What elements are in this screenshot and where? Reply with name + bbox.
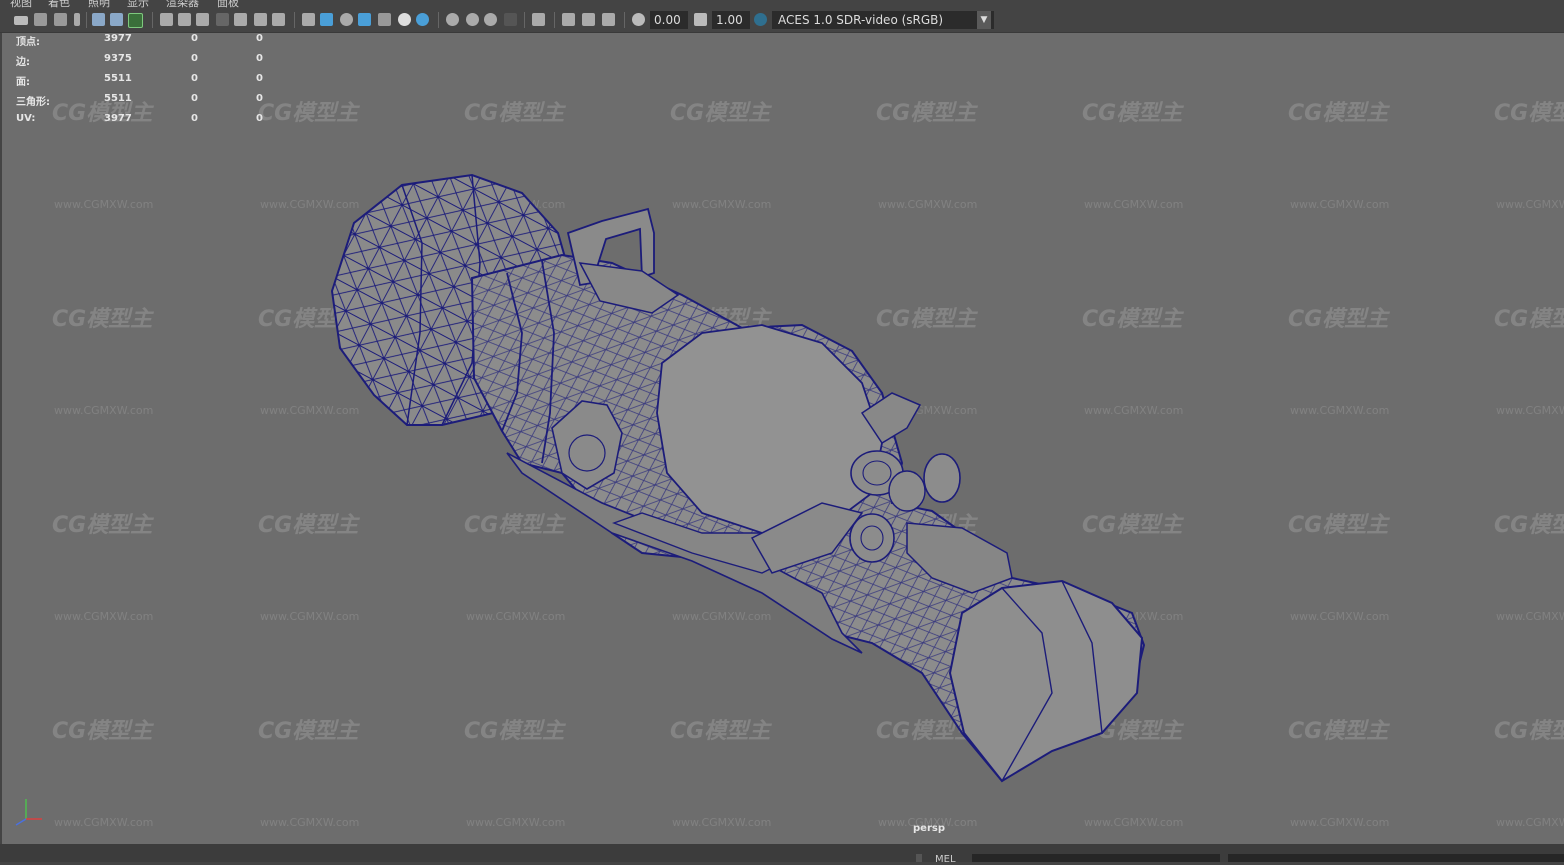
camera-icon[interactable] — [14, 16, 28, 25]
hud-component: 0 — [256, 113, 263, 124]
hud-label: 三角形: — [16, 97, 50, 108]
depth-of-field-icon[interactable] — [504, 13, 517, 26]
hud-selected: 0 — [191, 93, 198, 104]
shadows-icon[interactable] — [416, 13, 429, 26]
film-gate-icon[interactable] — [178, 13, 191, 26]
motion-blur-icon[interactable] — [466, 13, 479, 26]
menu-view[interactable]: 视图 — [10, 0, 32, 8]
isolate-select-icon[interactable] — [532, 13, 545, 26]
command-line-bar: MEL — [0, 844, 1564, 865]
smooth-shade-icon[interactable] — [320, 13, 333, 26]
hud-count: 9375 — [104, 53, 132, 64]
panel-toolbar: 0.00 1.00 ACES 1.0 SDR-video (sRGB) ▼ — [0, 8, 1564, 33]
axis-gizmo — [15, 799, 42, 826]
wireframe-toggle-icon[interactable] — [128, 13, 143, 28]
command-result-field — [1228, 854, 1564, 862]
gamma-field[interactable]: 1.00 — [712, 11, 750, 29]
exposure-icon[interactable] — [632, 13, 645, 26]
gate-mask-icon[interactable] — [216, 13, 229, 26]
hud-component: 0 — [256, 33, 263, 44]
hud-selected: 0 — [191, 33, 198, 44]
camera-name-label: persp — [913, 823, 945, 834]
color-management-icon[interactable] — [754, 13, 767, 26]
uv-icon[interactable] — [110, 13, 123, 26]
hud-count: 3977 — [104, 33, 132, 44]
command-input[interactable] — [972, 854, 1220, 862]
menu-panels[interactable]: 面板 — [217, 0, 239, 8]
safe-action-icon[interactable] — [254, 13, 267, 26]
hud-component: 0 — [256, 73, 263, 84]
hud-component: 0 — [256, 93, 263, 104]
grid-icon[interactable] — [160, 13, 173, 26]
hud-component: 0 — [256, 53, 263, 64]
viewport-persp[interactable]: CG模型主CG模型主CG模型主CG模型主CG模型主CG模型主CG模型主CG模型主… — [2, 33, 1564, 844]
hud-count: 5511 — [104, 93, 132, 104]
xray-joints-icon[interactable] — [602, 13, 615, 26]
hud-label: UV: — [16, 113, 36, 124]
hud-count: 3977 — [104, 113, 132, 124]
chevron-down-icon: ▼ — [977, 11, 991, 29]
menu-renderer[interactable]: 渲染器 — [166, 0, 199, 8]
hud-count: 5511 — [104, 73, 132, 84]
bookmark-icon[interactable] — [74, 13, 80, 26]
view-transform-value: ACES 1.0 SDR-video (sRGB) — [778, 13, 944, 27]
xray-icon[interactable] — [562, 13, 575, 26]
screen-space-ao-icon[interactable] — [446, 13, 459, 26]
lights-icon[interactable] — [398, 13, 411, 26]
anti-aliasing-icon[interactable] — [484, 13, 497, 26]
menu-show[interactable]: 显示 — [127, 0, 149, 8]
menu-lighting[interactable]: 照明 — [88, 0, 110, 8]
hud-selected: 0 — [191, 73, 198, 84]
gamma-icon[interactable] — [694, 13, 707, 26]
textured-icon[interactable] — [378, 13, 391, 26]
view-transform-select[interactable]: ACES 1.0 SDR-video (sRGB) ▼ — [772, 11, 994, 29]
hud-label: 边: — [16, 57, 30, 68]
menu-bar: 视图 着色 照明 显示 渲染器 面板 — [0, 0, 1564, 8]
field-chart-icon[interactable] — [234, 13, 247, 26]
hud-selected: 0 — [191, 113, 198, 124]
wireframe-on-shaded-icon[interactable] — [358, 13, 371, 26]
xray-active-icon[interactable] — [582, 13, 595, 26]
camera-attributes-icon[interactable] — [34, 13, 47, 26]
hud-selected: 0 — [191, 53, 198, 64]
hud-label: 顶点: — [16, 37, 40, 48]
grease-pencil-icon[interactable] — [92, 13, 105, 26]
hud-label: 面: — [16, 77, 30, 88]
menu-shading[interactable]: 着色 — [48, 0, 70, 8]
exposure-field[interactable]: 0.00 — [650, 11, 688, 29]
resolution-gate-icon[interactable] — [196, 13, 209, 26]
scope-model-render — [330, 173, 1146, 783]
wireframe-shading-icon[interactable] — [302, 13, 315, 26]
safe-title-icon[interactable] — [272, 13, 285, 26]
bookmark-camera-icon[interactable] — [54, 13, 67, 26]
mel-label[interactable]: MEL — [935, 854, 956, 865]
default-material-icon[interactable] — [340, 13, 353, 26]
